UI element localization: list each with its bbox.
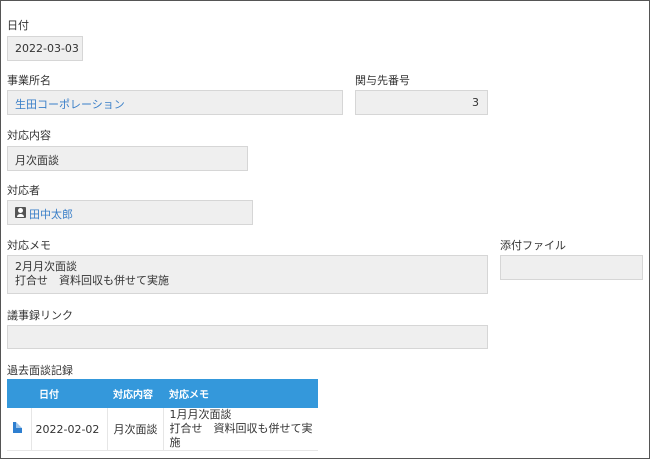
response-memo-field: 2月月次面談 打合せ 資料回収も併せて実施 [7,255,488,294]
related-number-label: 関与先番号 [355,74,410,87]
memo-line: 1月月次面談 [169,408,232,421]
memo-line: 打合せ 資料回収も併せて実施 [169,422,313,449]
responder-link[interactable]: 田中太郎 [29,206,73,222]
past-records-label: 過去面談記録 [7,364,73,377]
column-header-icon [7,379,31,408]
record-detail-panel: 日付 2022-03-03 事業所名 生田コーポレーション 関与先番号 3 対応… [0,0,650,459]
column-header-content: 対応内容 [107,379,163,408]
table-row[interactable]: 2022-02-02 月次面談 1月月次面談 打合せ 資料回収も併せて実施 [7,408,318,451]
minutes-link-field [7,325,488,349]
response-memo-text: 2月月次面談 打合せ 資料回収も併せて実施 [15,260,169,288]
office-name-link[interactable]: 生田コーポレーション [15,96,125,112]
row-memo-cell: 1月月次面談 打合せ 資料回収も併せて実施 [163,408,318,451]
table-header-row: 日付 対応内容 対応メモ [7,379,318,408]
response-content-value: 月次面談 [15,154,59,167]
row-date-cell: 2022-02-02 [31,408,108,451]
attachment-field [500,255,643,280]
response-content-label: 対応内容 [7,129,51,142]
column-header-date: 日付 [31,379,107,408]
memo-line: 打合せ 資料回収も併せて実施 [15,274,169,287]
office-name-field: 生田コーポレーション [7,90,343,115]
responder-field: 田中太郎 [7,200,253,225]
attachment-label: 添付ファイル [500,239,566,252]
user-icon [15,207,26,218]
past-records-table: 日付 対応内容 対応メモ 2022-02-02 月次面談 1月月次面談 打合せ … [7,379,318,451]
related-number-field: 3 [355,90,488,115]
date-field: 2022-03-03 [7,36,83,61]
related-number-value: 3 [472,96,479,109]
date-value: 2022-03-03 [15,42,79,55]
minutes-link-label: 議事録リンク [7,309,73,322]
date-label: 日付 [7,19,29,32]
response-memo-label: 対応メモ [7,239,51,252]
responder-label: 対応者 [7,184,40,197]
row-content-cell: 月次面談 [107,408,164,451]
document-icon[interactable] [13,422,22,433]
column-header-memo: 対応メモ [163,379,318,408]
row-icon-cell[interactable] [7,408,32,451]
response-content-field: 月次面談 [7,146,248,171]
office-name-label: 事業所名 [7,74,51,87]
memo-line: 2月月次面談 [15,260,77,273]
